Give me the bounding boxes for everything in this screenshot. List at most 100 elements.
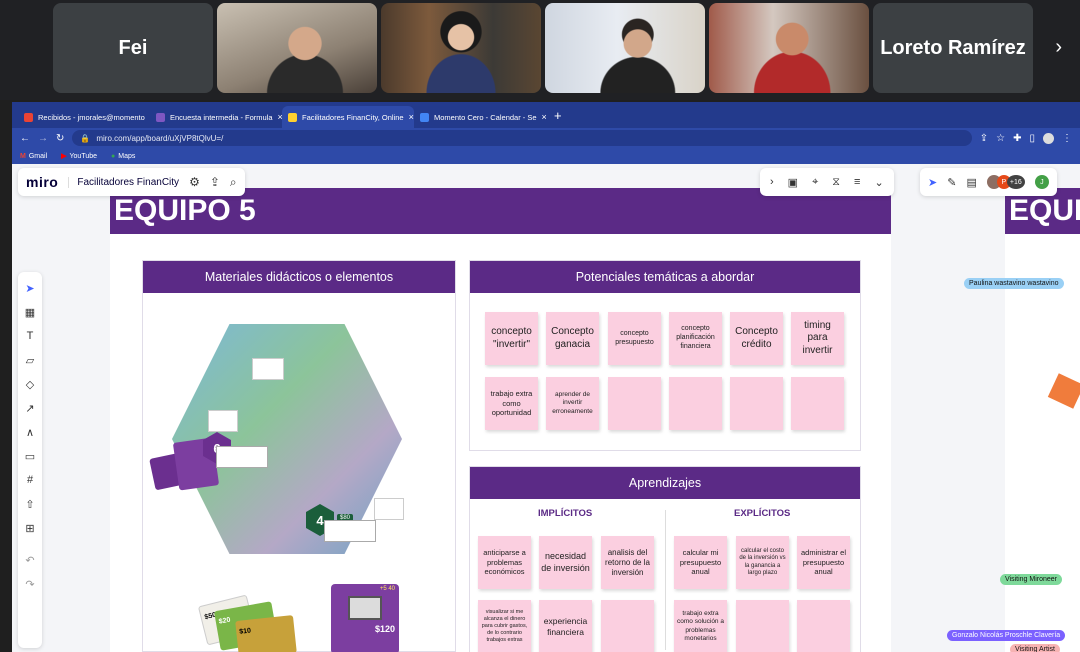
upload-icon[interactable]: ⇧: [25, 496, 34, 512]
templates-icon[interactable]: ▦: [25, 304, 35, 320]
user-avatar[interactable]: J: [1034, 175, 1049, 189]
participant-video-tile[interactable]: [709, 3, 869, 93]
browser-tab[interactable]: Momento Cero - Calendar - Se ×: [414, 106, 546, 128]
star-icon[interactable]: ☆: [996, 133, 1005, 144]
cursor-label: Paulina wastavino wastavino: [964, 278, 1064, 289]
miro-canvas[interactable]: EQUIPO 5 EQUI Materiales didácticos o el…: [12, 164, 1080, 652]
browser-tab[interactable]: Encuesta intermedia - Formula ×: [150, 106, 282, 128]
url-input[interactable]: 🔒 miro.com/app/board/uXjVP8tQlvU=/: [72, 130, 972, 146]
collab-tools: ➤ ✎ ▤ P +16 J: [920, 168, 1057, 196]
profile-avatar[interactable]: [1043, 132, 1054, 144]
participant-video-tile[interactable]: [545, 3, 705, 93]
notes-icon[interactable]: ≡: [854, 176, 860, 188]
frame-icon[interactable]: #: [27, 472, 33, 488]
browser-tab-active[interactable]: Facilitadores FinanCity, Online ×: [282, 106, 414, 128]
undo-icon[interactable]: ↶: [25, 552, 34, 568]
chevron-right-icon[interactable]: ›: [770, 176, 774, 188]
menu-icon[interactable]: ⋮: [1062, 133, 1072, 144]
participant-video-tile[interactable]: [381, 3, 541, 93]
more-apps-icon[interactable]: ⊞: [25, 520, 34, 536]
collaborators[interactable]: P +16: [986, 175, 1025, 189]
collaborator-count: +16: [1006, 175, 1025, 189]
search-icon[interactable]: ⌕: [230, 175, 237, 190]
sticky-note[interactable]: calcular mi presupuesto anual: [674, 536, 727, 589]
sticky-note[interactable]: trabajo extra como oportunidad: [485, 377, 538, 430]
sticky-note-icon[interactable]: ▱: [26, 352, 34, 368]
participant-video-tile[interactable]: [217, 3, 377, 93]
computer-card: +5 40 $120: [331, 584, 399, 652]
money-card: $10: [235, 615, 297, 652]
comment-icon[interactable]: ▭: [25, 448, 35, 464]
close-icon[interactable]: ×: [542, 112, 546, 122]
redo-icon[interactable]: ↷: [25, 576, 34, 592]
sticky-note-empty[interactable]: [601, 600, 654, 652]
card-price: $120: [374, 624, 395, 634]
share-icon[interactable]: ⇪: [980, 133, 988, 144]
sticky-note-empty[interactable]: [608, 377, 661, 430]
reaction-icon[interactable]: ✎: [947, 176, 956, 189]
sticky-note[interactable]: experiencia financiera: [539, 600, 592, 652]
sticky-note[interactable]: analisis del retorno de la inversión: [601, 536, 654, 589]
sticky-note[interactable]: concepto "invertir": [485, 312, 538, 365]
bookmark-youtube[interactable]: ▶ YouTube: [61, 152, 98, 161]
sticky-note-empty[interactable]: [736, 600, 789, 652]
browser-window: Recibidos - jmorales@momento× Encuesta i…: [12, 102, 1080, 652]
extensions-icon[interactable]: ✚: [1013, 133, 1021, 144]
sticky-note-empty[interactable]: [669, 377, 722, 430]
gmail-icon: M: [20, 152, 26, 160]
lock-icon: 🔒: [80, 133, 91, 143]
reload-icon[interactable]: ↻: [56, 133, 64, 144]
export-icon[interactable]: ⇪: [210, 175, 220, 189]
chevron-right-icon[interactable]: ›: [1055, 36, 1062, 59]
shapes-icon[interactable]: ◇: [26, 376, 34, 392]
sticky-note[interactable]: visualizar si me alcanza el dinero para …: [478, 600, 531, 652]
forms-icon: [156, 112, 165, 122]
screen-share-icon[interactable]: ▣: [788, 176, 798, 189]
meeting-participants-strip: Fei Loreto Ramírez ›: [0, 0, 1080, 100]
text-icon[interactable]: T: [27, 328, 34, 344]
back-icon[interactable]: ←: [20, 133, 30, 144]
gmail-icon: [24, 112, 33, 122]
miro-logo[interactable]: miro: [26, 174, 58, 190]
frame-focus-icon[interactable]: ⌖: [812, 176, 818, 189]
board-label-slot: [374, 498, 404, 520]
bookmark-gmail[interactable]: M Gmail: [20, 153, 47, 160]
sticky-note[interactable]: aprender de invertir erroneamente: [546, 377, 599, 430]
sticky-note[interactable]: concepto presupuesto: [608, 312, 661, 365]
board-name[interactable]: Facilitadores FinanCity: [68, 176, 179, 188]
sticky-note-empty[interactable]: [797, 600, 850, 652]
calendar-icon: [420, 112, 429, 122]
settings-icon[interactable]: ⚙: [189, 175, 200, 189]
timer-icon[interactable]: ⧖: [832, 176, 840, 189]
bookmark-label: YouTube: [69, 152, 98, 160]
bookmark-maps[interactable]: ● Maps: [111, 153, 135, 160]
sticky-note[interactable]: Concepto crédito: [730, 312, 783, 365]
money-value: $20: [218, 616, 232, 626]
comments-icon[interactable]: ▤: [966, 176, 976, 189]
sticky-note-empty[interactable]: [791, 377, 844, 430]
sticky-note[interactable]: Concepto ganacia: [546, 312, 599, 365]
new-tab-button[interactable]: +: [554, 108, 562, 123]
select-icon[interactable]: ➤: [25, 280, 34, 296]
chevron-down-icon[interactable]: ⌄: [874, 176, 883, 189]
forward-icon[interactable]: →: [38, 133, 48, 144]
sticky-note[interactable]: necesidad de inversión: [539, 536, 592, 589]
left-toolbar: ➤ ▦ T ▱ ◇ ↗ ∧ ▭ # ⇧ ⊞ ↶ ↷: [18, 272, 42, 648]
arrow-icon[interactable]: ↗: [25, 400, 34, 416]
sticky-note[interactable]: trabajo extra como solución a problemas …: [674, 600, 727, 652]
sticky-note[interactable]: administrar el presupuesto anual: [797, 536, 850, 589]
sticky-note[interactable]: anticiparse a problemas económicos: [478, 536, 531, 589]
bookmarks-bar: M Gmail ▶ YouTube ● Maps: [12, 148, 1080, 164]
sticky-note[interactable]: concepto planificación financiera: [669, 312, 722, 365]
sticky-note[interactable]: calcular el costo de la inversión vs la …: [736, 536, 789, 589]
address-bar-row: ← → ↻ 🔒 miro.com/app/board/uXjVP8tQlvU=/ …: [12, 128, 1080, 148]
cursor-icon[interactable]: ➤: [928, 176, 937, 189]
participant-tile-fei[interactable]: Fei: [53, 3, 213, 93]
tab-label: Facilitadores FinanCity, Online: [302, 112, 404, 122]
sidepanel-icon[interactable]: ▯: [1029, 133, 1035, 144]
participant-tile-loreto[interactable]: Loreto Ramírez: [873, 3, 1033, 93]
sticky-note-empty[interactable]: [730, 377, 783, 430]
browser-tab[interactable]: Recibidos - jmorales@momento×: [18, 106, 150, 128]
pen-icon[interactable]: ∧: [26, 424, 34, 440]
sticky-note[interactable]: timing para invertir: [791, 312, 844, 365]
